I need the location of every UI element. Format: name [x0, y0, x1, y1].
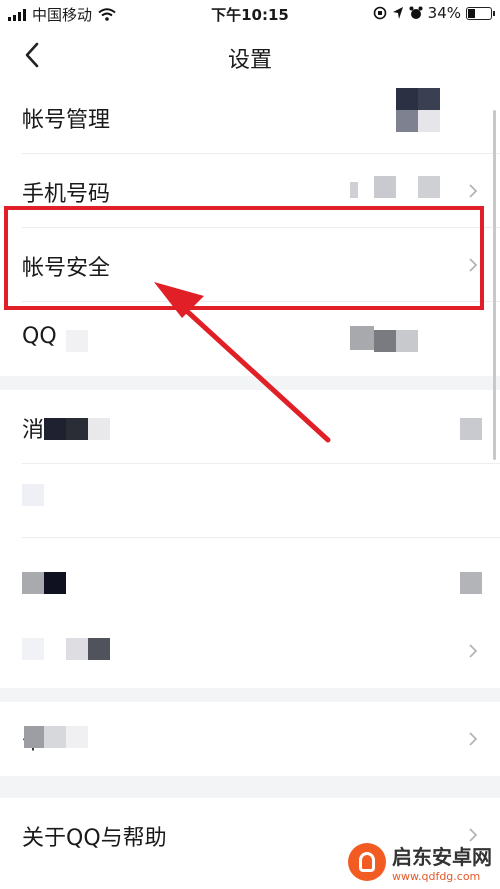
red-arrow-annotation: [154, 282, 331, 443]
watermark-logo-icon: [348, 843, 386, 881]
watermark-url: www.qdfdg.com: [392, 870, 481, 883]
watermark-name: 启东安卓网: [392, 845, 492, 869]
watermark: 启东安卓网 www.qdfdg.com: [348, 841, 492, 883]
